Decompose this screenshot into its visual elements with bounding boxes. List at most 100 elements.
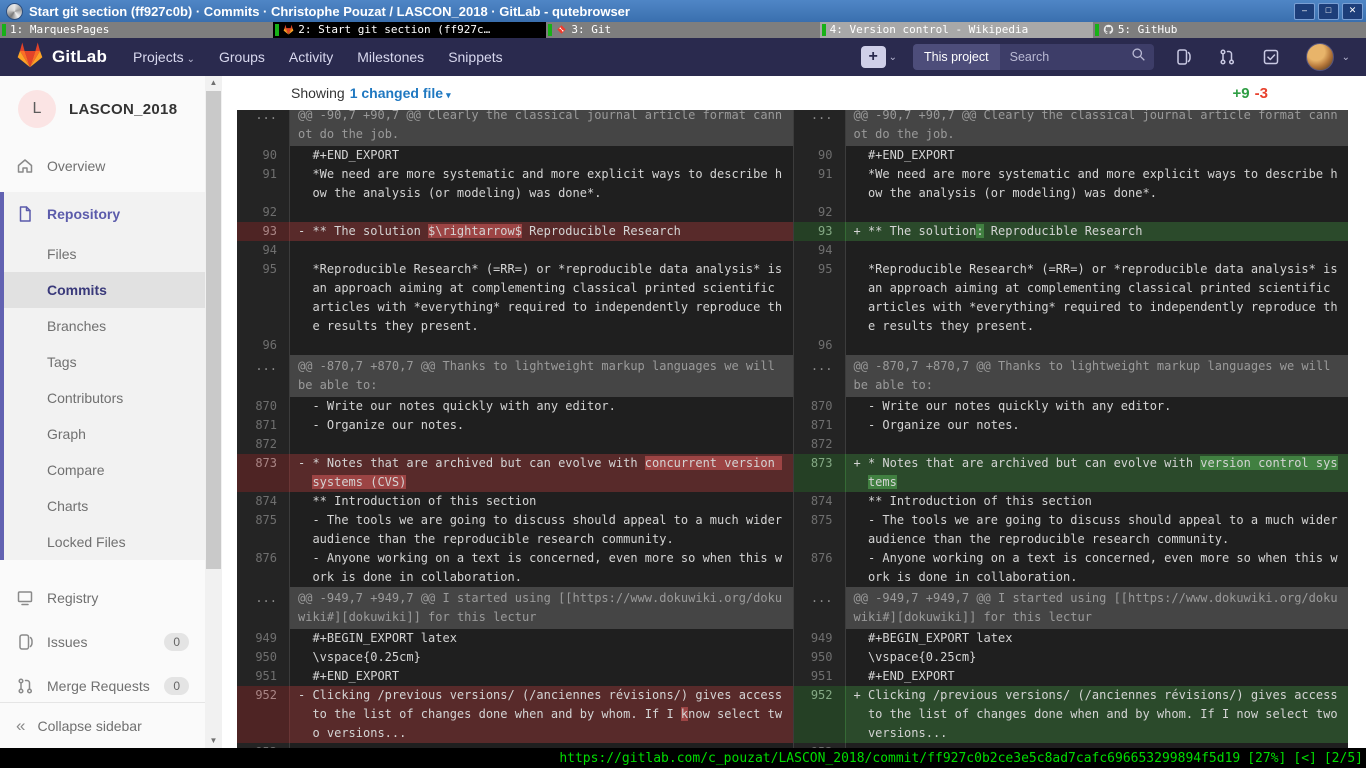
nav-link-milestones[interactable]: Milestones <box>357 49 424 65</box>
merge-requests-icon[interactable] <box>1218 48 1236 66</box>
nav-link-projects[interactable]: Projects⌄ <box>133 49 195 65</box>
sidebar-item-commits[interactable]: Commits <box>4 272 205 308</box>
sidebar-item-overview[interactable]: Overview <box>0 144 205 188</box>
sidebar-item-contributors[interactable]: Contributors <box>4 380 205 416</box>
todos-icon[interactable] <box>1262 48 1280 66</box>
diff-line-number[interactable]: 96 <box>793 336 846 355</box>
page-body: L LASCON_2018 Overview Repository FilesC… <box>0 76 1366 748</box>
diff-line-number[interactable]: 872 <box>237 435 290 454</box>
search-input[interactable] <box>1008 49 1125 65</box>
diff-line-number[interactable]: 874 <box>793 492 846 511</box>
diff-line-number[interactable]: 871 <box>793 416 846 435</box>
diff-line-number[interactable]: 92 <box>793 203 846 222</box>
project-header[interactable]: L LASCON_2018 <box>0 76 205 144</box>
diff-text: * Notes that are archived but can evolve… <box>868 456 1200 470</box>
diff-line-number[interactable]: 876 <box>237 549 290 587</box>
diff-line-number[interactable]: 875 <box>793 511 846 549</box>
avatar[interactable] <box>1306 43 1334 71</box>
diff-line-number[interactable]: 95 <box>237 260 290 336</box>
diff-line-number[interactable]: ... <box>237 355 290 397</box>
diff-line-number[interactable]: 93 <box>237 222 290 241</box>
diff-line-number[interactable]: 873 <box>237 454 290 492</box>
minimize-button[interactable]: – <box>1294 3 1315 20</box>
browser-tab-3[interactable]: 3: Git <box>546 22 819 38</box>
diff-line-content: - Anyone working on a text is concerned,… <box>846 549 1349 587</box>
user-menu[interactable]: ⌄ <box>1306 43 1350 71</box>
diff-line-number[interactable]: 870 <box>793 397 846 416</box>
diff-line-number[interactable]: 95 <box>793 260 846 336</box>
gitlab-brand[interactable]: GitLab <box>16 41 107 73</box>
diff-sign: + <box>854 222 861 241</box>
diff-line-number[interactable]: 951 <box>237 667 290 686</box>
close-button[interactable]: ✕ <box>1342 3 1363 20</box>
diff-line-number[interactable]: ... <box>793 355 846 397</box>
diff-line-number[interactable]: ... <box>237 110 290 146</box>
tab-indicator <box>1095 24 1099 36</box>
sidebar-item-registry[interactable]: Registry <box>0 576 205 620</box>
diff-line-number[interactable]: 873 <box>793 454 846 492</box>
diff-line-number[interactable]: 96 <box>237 336 290 355</box>
sidebar-item-compare[interactable]: Compare <box>4 452 205 488</box>
browser-tab-2[interactable]: 2: Start git section (ff927c… <box>273 22 546 38</box>
diff-line-number[interactable]: 90 <box>237 146 290 165</box>
diff-line-number[interactable]: 874 <box>237 492 290 511</box>
diff-line-content: \vspace{0.25cm} <box>290 648 793 667</box>
issues-icon[interactable] <box>1174 48 1192 66</box>
sidebar-item-locked-files[interactable]: Locked Files <box>4 524 205 560</box>
diff-text: - Organize our notes. <box>312 418 464 432</box>
plus-icon[interactable]: + <box>861 46 886 68</box>
tab-indicator <box>548 24 552 36</box>
vertical-scrollbar[interactable]: ▲ ▼ <box>205 76 222 748</box>
diff-text: *Reproducible Research* (=RR=) or *repro… <box>312 262 789 333</box>
diff-line-content: #+BEGIN_EXPORT latex <box>846 629 1349 648</box>
diff-line-number[interactable]: 952 <box>793 686 846 743</box>
diff-line-number[interactable]: 872 <box>793 435 846 454</box>
nav-link-groups[interactable]: Groups <box>219 49 265 65</box>
diff-line-number[interactable]: 950 <box>793 648 846 667</box>
diff-line-number[interactable]: 94 <box>793 241 846 260</box>
diff-line-number[interactable]: 951 <box>793 667 846 686</box>
sidebar-item-repository[interactable]: Repository <box>4 192 205 236</box>
tab-label: 2: Start git section (ff927c… <box>298 22 490 38</box>
diff-line-number[interactable]: 93 <box>793 222 846 241</box>
sidebar-item-graph[interactable]: Graph <box>4 416 205 452</box>
sidebar-item-files[interactable]: Files <box>4 236 205 272</box>
sidebar-item-branches[interactable]: Branches <box>4 308 205 344</box>
search-icon[interactable] <box>1131 47 1146 67</box>
diff-line-number[interactable]: 952 <box>237 686 290 743</box>
diff-line-number[interactable]: 90 <box>793 146 846 165</box>
diff-line-number[interactable]: 871 <box>237 416 290 435</box>
browser-tab-1[interactable]: 1: MarquesPages <box>0 22 273 38</box>
maximize-button[interactable]: □ <box>1318 3 1339 20</box>
browser-tab-5[interactable]: 5: GitHub <box>1093 22 1366 38</box>
browser-tabbar: 1: MarquesPages 2: Start git section (ff9… <box>0 22 1366 38</box>
diff-line-number[interactable]: ... <box>237 587 290 629</box>
scrollbar-thumb[interactable] <box>206 91 221 569</box>
scroll-down-arrow[interactable]: ▼ <box>205 734 222 748</box>
collapse-sidebar-button[interactable]: « Collapse sidebar <box>0 702 205 748</box>
scroll-up-arrow[interactable]: ▲ <box>205 76 222 90</box>
sidebar-item-charts[interactable]: Charts <box>4 488 205 524</box>
diff-line-number[interactable]: 949 <box>793 629 846 648</box>
sidebar-item-issues[interactable]: Issues0 <box>0 620 205 664</box>
nav-link-activity[interactable]: Activity <box>289 49 333 65</box>
diff-line-number[interactable]: 91 <box>237 165 290 203</box>
diff-line-number[interactable]: 876 <box>793 549 846 587</box>
search-scope-chip[interactable]: This project <box>913 44 1000 70</box>
diff-line-number[interactable]: 91 <box>793 165 846 203</box>
inline-diff-highlight: : <box>976 224 983 238</box>
diff-line-number[interactable]: 92 <box>237 203 290 222</box>
diff-line-number[interactable]: ... <box>793 587 846 629</box>
new-item-dropdown[interactable]: + ⌄ <box>861 46 897 68</box>
sidebar-item-tags[interactable]: Tags <box>4 344 205 380</box>
changed-files-dropdown[interactable]: 1 changed file▾ <box>350 85 451 101</box>
nav-link-snippets[interactable]: Snippets <box>448 49 502 65</box>
diff-line-number[interactable]: 949 <box>237 629 290 648</box>
diff-line-number[interactable]: 875 <box>237 511 290 549</box>
browser-tab-4[interactable]: 4: Version control - Wikipedia <box>820 22 1093 38</box>
diff-line-number[interactable]: ... <box>793 110 846 146</box>
diff-line-content <box>846 241 1349 260</box>
diff-line-number[interactable]: 870 <box>237 397 290 416</box>
diff-line-number[interactable]: 94 <box>237 241 290 260</box>
diff-line-number[interactable]: 950 <box>237 648 290 667</box>
